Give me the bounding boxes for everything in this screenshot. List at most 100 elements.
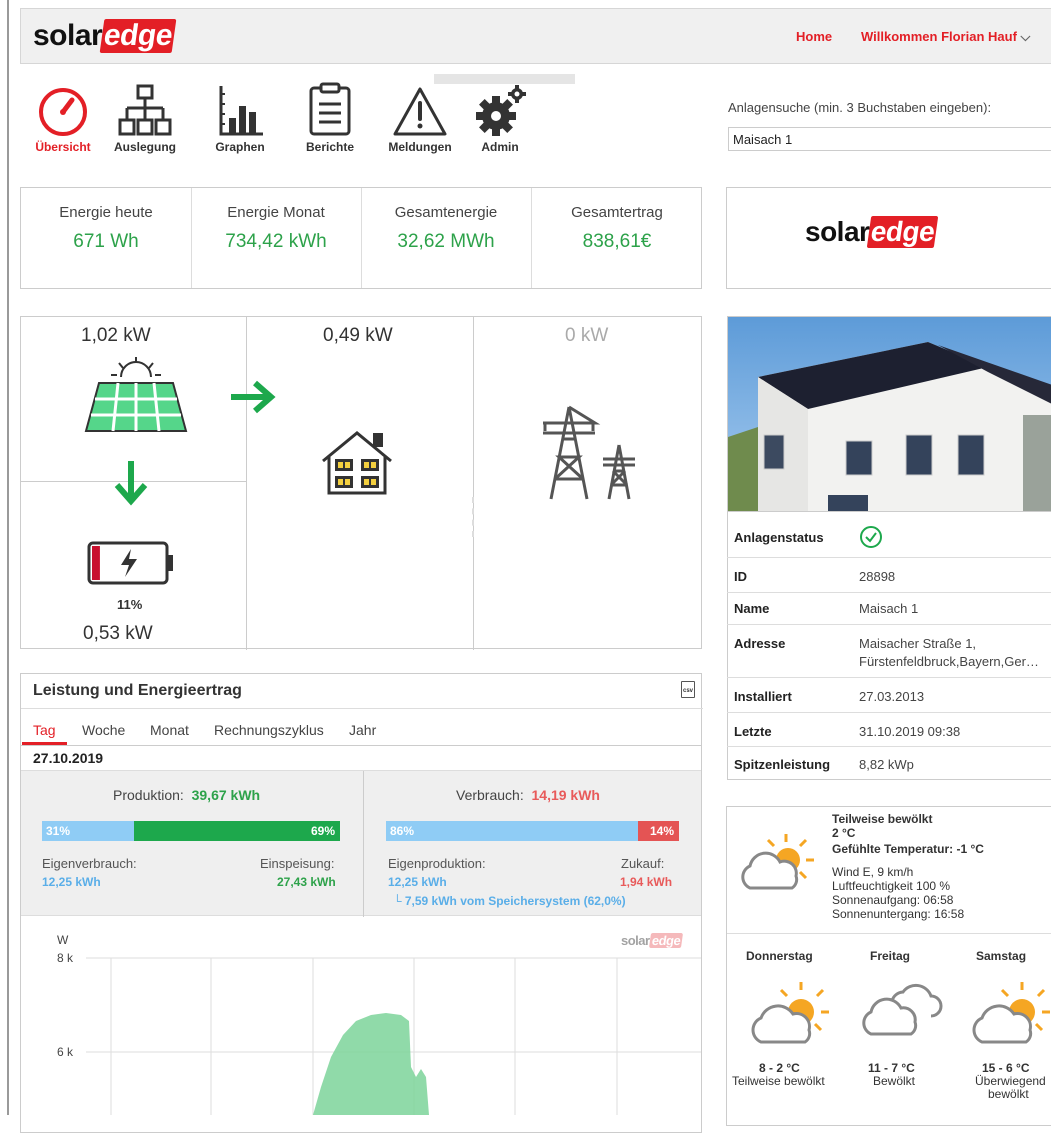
consumption-summary: Verbrauch: 14,19 kWh — [456, 787, 600, 803]
divider — [473, 317, 474, 650]
nav-label: Admin — [481, 140, 519, 154]
battery-percent: 11% — [117, 597, 143, 612]
own-production-bar — [386, 821, 638, 841]
chart-canvas — [86, 957, 701, 1115]
battery-icon — [87, 541, 177, 590]
divider — [21, 745, 701, 746]
nav-auslegung[interactable]: Auslegung — [110, 80, 180, 154]
consumption-value: 14,19 kWh — [531, 787, 600, 803]
id-value: 28898 — [859, 569, 896, 584]
solar-panel-icon — [81, 355, 191, 440]
peak-power-value: 8,82 kWp — [859, 757, 914, 772]
site-photo — [727, 316, 1051, 512]
site-search-input[interactable] — [728, 127, 1051, 151]
nav-label: Graphen — [215, 140, 265, 154]
partly-cloudy-icon — [745, 978, 831, 1053]
gauge-icon — [35, 80, 91, 138]
name-value: Maisach 1 — [859, 601, 919, 616]
power-pylon-icon — [541, 405, 641, 506]
own-production-pct: 86% — [390, 824, 415, 838]
divider — [363, 771, 364, 917]
divider — [727, 933, 1051, 934]
feed-in-label: Einspeisung: — [260, 856, 335, 871]
user-menu[interactable]: Willkommen Florian Hauf ⌵ — [861, 29, 1030, 45]
purchase-label: Zukauf: — [621, 856, 665, 871]
tab-jahr[interactable]: Jahr — [349, 722, 376, 738]
nav-label: Berichte — [305, 140, 355, 154]
chevron-down-icon: ⌵ — [1020, 29, 1031, 44]
tab-rechnungszyklus[interactable]: Rechnungszyklus — [214, 722, 324, 738]
consumption-split-bar: 86% 14% — [386, 821, 679, 841]
divider — [246, 317, 247, 650]
check-circle-icon — [859, 525, 883, 554]
humidity: Luftfeuchtigkeit 100 % — [832, 879, 951, 893]
kpi-title: Energie heute — [59, 204, 153, 221]
last-update-value: 31.10.2019 09:38 — [859, 724, 961, 739]
kpi-title: Gesamtertrag — [571, 204, 663, 221]
sunset: Sonnenuntergang: 16:58 — [832, 907, 965, 921]
current-temp: 2 °C — [832, 826, 856, 840]
home-link[interactable]: Home — [796, 29, 832, 44]
hierarchy-icon — [117, 80, 173, 138]
self-consumption-pct: 31% — [46, 824, 71, 838]
y-tick-label: 8 k — [57, 951, 74, 965]
purchase-pct: 14% — [649, 824, 674, 838]
kpi-title: Energie Monat — [227, 204, 325, 221]
tab-monat[interactable]: Monat — [150, 722, 189, 738]
panel-title: Leistung und Energieertrag — [33, 682, 242, 699]
kpi-value: 671 Wh — [73, 231, 139, 252]
forecast-desc-line2: bewölkt — [988, 1087, 1029, 1101]
feed-in-value: 27,43 kWh — [277, 875, 336, 889]
tab-woche[interactable]: Woche — [82, 722, 125, 738]
csv-export-icon[interactable]: csv — [681, 681, 695, 698]
battery-fill — [92, 546, 100, 580]
current-condition: Teilweise bewölkt — [832, 812, 933, 826]
divider — [727, 592, 1051, 593]
selected-date: 27.10.2019 — [33, 750, 104, 766]
forecast-day: Donnerstag — [746, 949, 813, 963]
cloudy-icon — [857, 978, 943, 1043]
id-label: ID — [734, 569, 747, 584]
tab-tag[interactable]: Tag — [33, 722, 56, 738]
site-search-label: Anlagensuche (min. 3 Buchstaben eingeben… — [728, 100, 992, 115]
nav-berichte[interactable]: Berichte — [295, 80, 365, 154]
user-menu-label: Willkommen Florian Hauf — [861, 29, 1017, 44]
partly-cloudy-icon — [966, 978, 1051, 1053]
divider — [727, 624, 1051, 625]
kpi-value: 838,61€ — [582, 231, 652, 252]
grid-power-value: 0 kW — [565, 325, 609, 346]
clipboard-icon — [302, 80, 358, 138]
house-icon — [319, 427, 399, 502]
installed-value: 27.03.2013 — [859, 689, 925, 704]
production-area — [313, 1013, 429, 1115]
divider — [727, 677, 1051, 678]
nav-meldungen[interactable]: Meldungen — [382, 80, 458, 154]
kpi-total-energy: Gesamtenergie 32,62 MWh — [361, 188, 531, 288]
power-flow-panel: 1,02 kW 11% 0,53 kW 0,49 kW 0 kW — [20, 316, 702, 650]
top-bar: solaredge Home Willkommen Florian Hauf ⌵ — [20, 8, 1051, 64]
house-power-value: 0,49 kW — [323, 325, 393, 346]
address-label: Adresse — [734, 636, 786, 651]
pv-power-value: 1,02 kW — [81, 325, 151, 346]
solaredge-logo[interactable]: solaredge — [33, 19, 177, 53]
power-chart: W solaredge 8 k 6 k — [21, 917, 701, 1115]
kpi-total-revenue: Gesamtertrag 838,61€ — [531, 188, 703, 288]
production-label: Produktion: — [113, 787, 184, 803]
partly-cloudy-icon — [736, 830, 816, 901]
battery-power-value: 0,53 kW — [83, 623, 153, 644]
wind: Wind E, 9 km/h — [832, 865, 914, 879]
own-production-label: Eigenproduktion: — [388, 856, 486, 871]
nav-admin[interactable]: Admin — [470, 80, 530, 154]
status-label: Anlagenstatus — [734, 530, 824, 545]
divider — [727, 557, 1051, 558]
kpi-energy-today: Energie heute 671 Wh — [21, 188, 191, 288]
nav-uebersicht[interactable]: Übersicht — [28, 80, 98, 154]
installed-label: Installiert — [734, 689, 792, 704]
forecast-desc: Teilweise bewölkt — [732, 1074, 825, 1088]
y-tick-label: 6 k — [57, 1045, 74, 1059]
nav-label: Meldungen — [388, 140, 452, 154]
nav-graphen[interactable]: Graphen — [205, 80, 275, 154]
production-split-bar: 31% 69% — [42, 821, 340, 841]
last-update-label: Letzte — [734, 724, 772, 739]
arrow-down-icon — [113, 459, 149, 512]
